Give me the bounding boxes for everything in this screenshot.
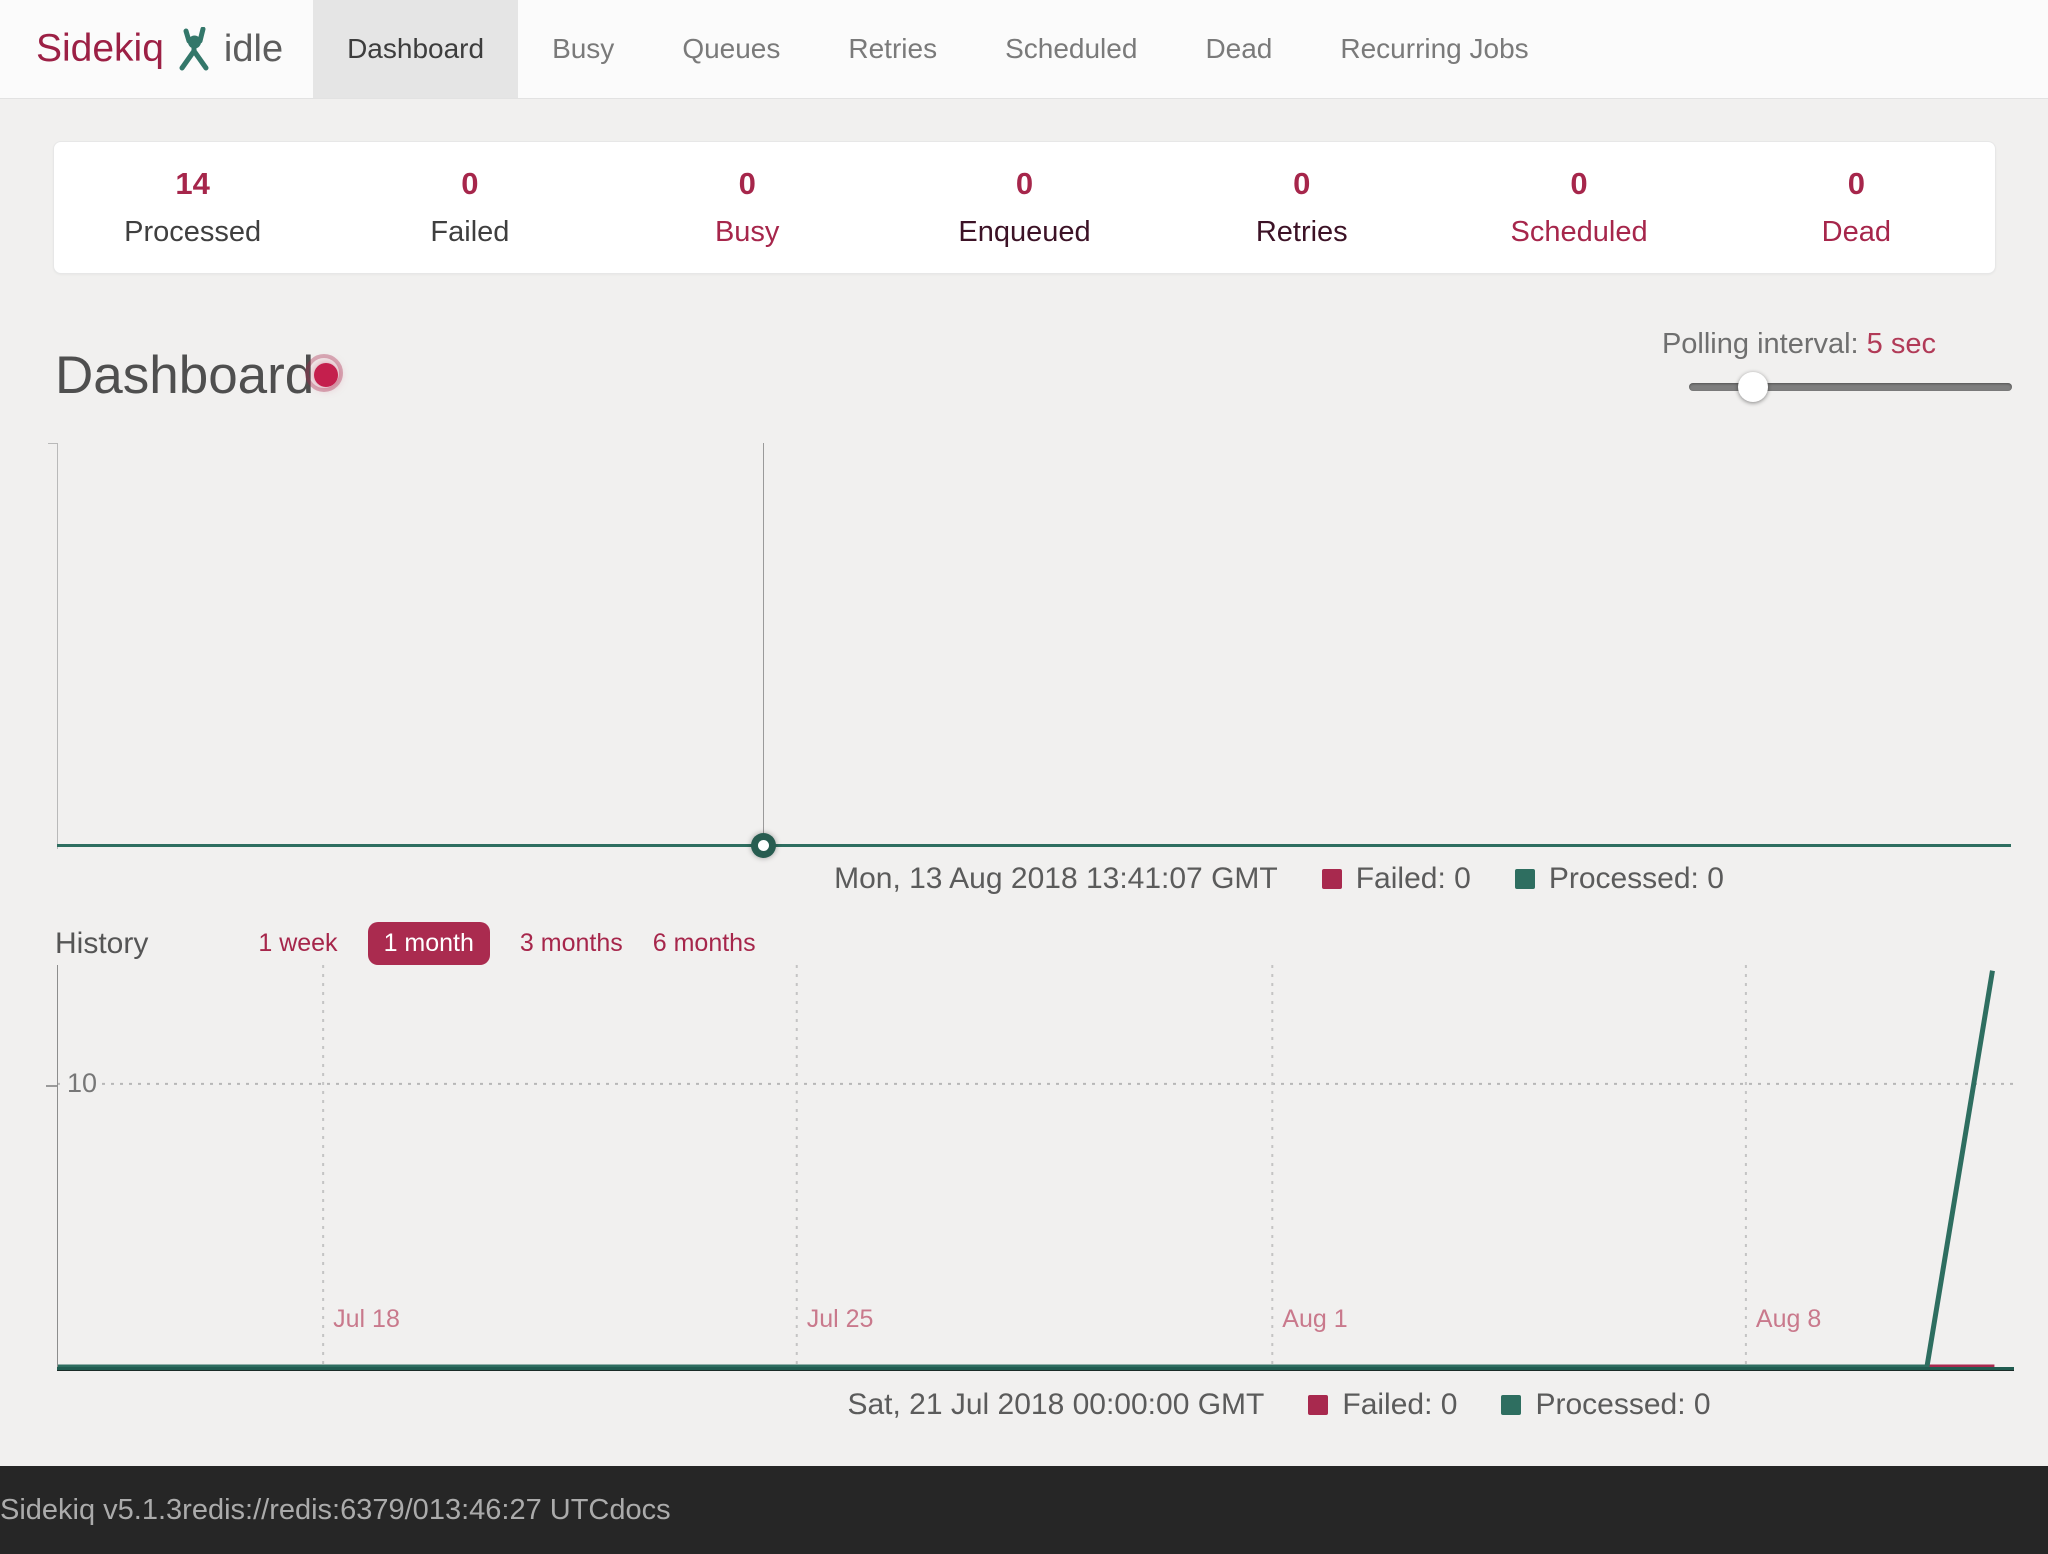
sidekiq-dashboard-page: Sidekiq idle Dashboard Busy Queues: [0, 0, 2048, 1554]
history-header: History 1 week 1 month 3 months 6 months: [55, 922, 756, 965]
footer-redis-url: redis://redis:6379/0: [182, 1494, 429, 1527]
footer-version: Sidekiq v5.1.3: [0, 1494, 182, 1527]
tab-dashboard[interactable]: Dashboard: [313, 0, 518, 98]
polling-interval-label: Polling interval: 5 sec: [1662, 328, 1936, 361]
stat-processed-label: Processed: [54, 216, 331, 249]
history-failed-text: Failed: 0: [1342, 1388, 1457, 1422]
history-legend-failed: Failed: 0: [1308, 1388, 1457, 1422]
range-1-week[interactable]: 1 week: [258, 929, 337, 958]
stat-scheduled[interactable]: 0 Scheduled: [1440, 166, 1717, 249]
realtime-tooltip-time: Mon, 13 Aug 2018 13:41:07 GMT: [834, 862, 1278, 896]
realtime-processed-line: [57, 844, 2011, 847]
status-text: idle: [224, 28, 283, 71]
realtime-legend-processed: Processed: 0: [1515, 862, 1724, 896]
stat-scheduled-label[interactable]: Scheduled: [1440, 216, 1717, 249]
stats-summary-card: 14 Processed 0 Failed 0 Busy 0 Enqueued …: [53, 141, 1996, 274]
stat-enqueued-label[interactable]: Enqueued: [886, 216, 1163, 249]
sidekiq-ninja-icon: [176, 27, 212, 71]
stat-retries[interactable]: 0 Retries: [1163, 166, 1440, 249]
history-legend-processed: Processed: 0: [1501, 1388, 1710, 1422]
history-legend: Sat, 21 Jul 2018 00:00:00 GMT Failed: 0 …: [255, 1388, 2048, 1422]
polling-interval-value[interactable]: 5 sec: [1867, 328, 1936, 360]
realtime-y-axis: [57, 443, 58, 849]
realtime-legend-failed: Failed: 0: [1322, 862, 1471, 896]
realtime-chart[interactable]: [48, 443, 2014, 849]
realtime-legend: Mon, 13 Aug 2018 13:41:07 GMT Failed: 0 …: [255, 862, 2048, 896]
stat-enqueued-value: 0: [886, 166, 1163, 202]
stat-retries-value: 0: [1163, 166, 1440, 202]
live-beacon-icon: [303, 352, 349, 398]
failed-swatch-icon: [1308, 1395, 1328, 1415]
stat-processed: 14 Processed: [54, 166, 331, 249]
history-title: History: [55, 927, 148, 961]
page-title: Dashboard: [55, 345, 314, 406]
tab-busy[interactable]: Busy: [518, 0, 648, 98]
realtime-processed-text: Processed: 0: [1549, 862, 1724, 896]
history-x-axis: [57, 1367, 2014, 1371]
history-ytick-label: 10: [63, 1068, 101, 1099]
polling-interval-text: Polling interval:: [1662, 328, 1859, 360]
footer-docs-link[interactable]: docs: [609, 1494, 670, 1527]
processed-swatch-icon: [1515, 869, 1535, 889]
stat-failed-label: Failed: [331, 216, 608, 249]
history-chart[interactable]: 10 Jul 18 Jul 25 Aug 1 Aug 8: [57, 965, 2014, 1371]
nav-tabs: Dashboard Busy Queues Retries Scheduled …: [313, 0, 1563, 98]
stat-scheduled-value: 0: [1440, 166, 1717, 202]
stat-busy-value: 0: [609, 166, 886, 202]
stat-dead[interactable]: 0 Dead: [1718, 166, 1995, 249]
range-1-month[interactable]: 1 month: [368, 922, 490, 965]
history-xlabel-jul18: Jul 18: [333, 1305, 400, 1334]
footer: Sidekiq v5.1.3 redis://redis:6379/0 13:4…: [0, 1466, 2048, 1554]
stat-busy[interactable]: 0 Busy: [609, 166, 886, 249]
history-tooltip-time: Sat, 21 Jul 2018 00:00:00 GMT: [847, 1388, 1264, 1422]
realtime-crosshair-line: [763, 443, 764, 844]
stat-processed-value: 14: [54, 166, 331, 202]
failed-swatch-icon: [1322, 869, 1342, 889]
realtime-failed-text: Failed: 0: [1356, 862, 1471, 896]
history-xlabel-aug8: Aug 8: [1756, 1305, 1821, 1334]
stat-retries-label[interactable]: Retries: [1163, 216, 1440, 249]
realtime-point-marker: [751, 833, 776, 858]
polling-interval-slider[interactable]: [1689, 371, 2012, 401]
processed-swatch-icon: [1501, 1395, 1521, 1415]
range-3-months[interactable]: 3 months: [520, 929, 623, 958]
history-xlabel-aug1: Aug 1: [1282, 1305, 1347, 1334]
stat-failed-value: 0: [331, 166, 608, 202]
tab-scheduled[interactable]: Scheduled: [971, 0, 1171, 98]
history-y-axis: [57, 965, 58, 1368]
stat-failed: 0 Failed: [331, 166, 608, 249]
slider-thumb[interactable]: [1738, 372, 1768, 402]
brand-name: Sidekiq: [36, 27, 164, 71]
stat-dead-label[interactable]: Dead: [1718, 216, 1995, 249]
stat-dead-value: 0: [1718, 166, 1995, 202]
tab-retries[interactable]: Retries: [814, 0, 971, 98]
history-ytick-dash: [46, 1085, 57, 1087]
tab-recurring-jobs[interactable]: Recurring Jobs: [1306, 0, 1562, 98]
tab-dead[interactable]: Dead: [1171, 0, 1306, 98]
tab-queues[interactable]: Queues: [648, 0, 814, 98]
range-6-months[interactable]: 6 months: [653, 929, 756, 958]
footer-utc-time: 13:46:27 UTC: [429, 1494, 610, 1527]
stat-enqueued[interactable]: 0 Enqueued: [886, 166, 1163, 249]
brand-link[interactable]: Sidekiq idle: [0, 0, 313, 98]
navbar: Sidekiq idle Dashboard Busy Queues: [0, 0, 2048, 99]
history-processed-text: Processed: 0: [1535, 1388, 1710, 1422]
history-xlabel-jul25: Jul 25: [807, 1305, 874, 1334]
stat-busy-label[interactable]: Busy: [609, 216, 886, 249]
